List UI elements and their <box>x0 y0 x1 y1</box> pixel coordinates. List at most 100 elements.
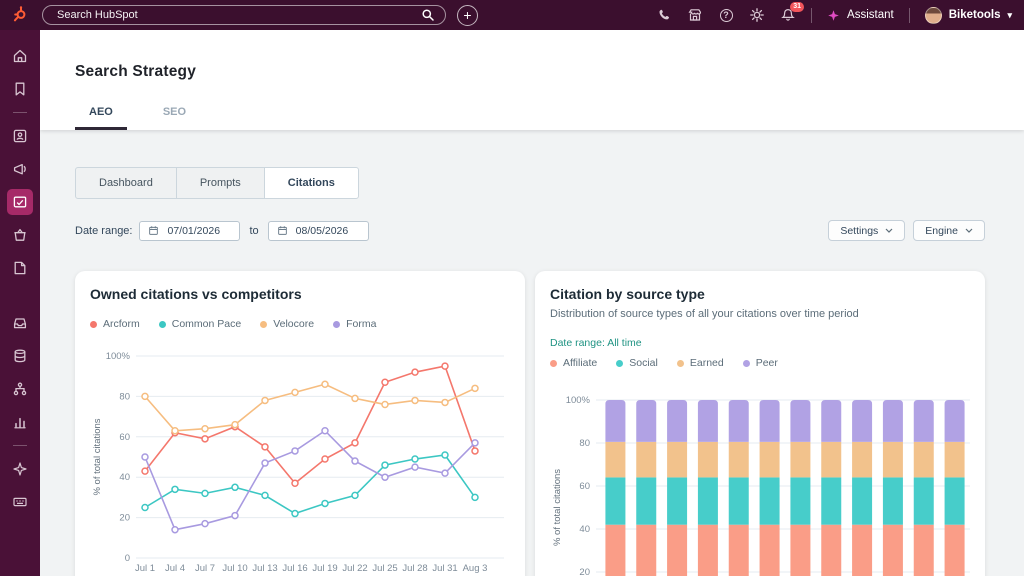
sidebar-item-developer[interactable] <box>7 489 33 515</box>
megaphone-icon <box>12 161 28 177</box>
svg-text:Jul 16: Jul 16 <box>282 563 307 574</box>
date-end-field[interactable] <box>268 221 369 241</box>
sidebar-item-data-management[interactable] <box>7 343 33 369</box>
svg-text:Jul 13: Jul 13 <box>252 563 277 574</box>
date-range-label: Date range: <box>75 225 132 237</box>
bookmark-icon <box>12 81 28 97</box>
sidebar-item-home[interactable] <box>7 43 33 69</box>
legend-dot <box>616 360 623 367</box>
notifications-icon[interactable]: 31 <box>780 7 796 23</box>
legend-dot <box>677 360 684 367</box>
settings-dropdown[interactable]: Settings <box>828 220 905 241</box>
date-start-input[interactable] <box>165 224 231 238</box>
svg-text:Jul 28: Jul 28 <box>402 563 427 574</box>
calendar-icon <box>148 225 159 236</box>
content-icon <box>12 194 28 210</box>
subtab-prompts[interactable]: Prompts <box>176 167 265 199</box>
sidebar-item-reporting[interactable] <box>7 409 33 435</box>
page-body: Dashboard Prompts Citations Date range: … <box>40 130 1024 576</box>
engine-dropdown[interactable]: Engine <box>913 220 985 241</box>
sidebar-item-breeze-ai[interactable] <box>7 456 33 482</box>
date-start-field[interactable] <box>139 221 240 241</box>
keyboard-icon <box>12 494 28 510</box>
tab-seo[interactable]: SEO <box>149 106 200 130</box>
bar-chart-legend: Affiliate Social Earned Peer <box>550 357 970 369</box>
svg-text:60: 60 <box>119 432 130 443</box>
avatar <box>925 7 942 24</box>
legend-item: Arcform <box>90 318 140 330</box>
date-end-input[interactable] <box>294 224 360 238</box>
sidebar-item-bookmarks[interactable] <box>7 76 33 102</box>
notification-badge: 31 <box>790 2 804 12</box>
legend-item: Velocore <box>260 318 314 330</box>
sidebar-item-automations[interactable] <box>7 376 33 402</box>
sidebar-item-marketing[interactable] <box>7 156 33 182</box>
card-title: Owned citations vs competitors <box>90 286 510 302</box>
sidebar-item-commerce[interactable] <box>7 222 33 248</box>
create-button[interactable]: + <box>457 5 478 26</box>
sparkle-icon <box>12 461 28 477</box>
svg-text:40: 40 <box>119 472 130 483</box>
basket-icon <box>12 227 28 243</box>
marketplace-icon[interactable] <box>687 7 703 23</box>
stacked-bar-chart: 20406080100%% of total citations <box>550 377 974 576</box>
main-tab-bar: AEO SEO <box>75 106 200 130</box>
help-icon[interactable]: ? <box>718 7 734 23</box>
contacts-card-icon <box>12 128 28 144</box>
legend-dot <box>550 360 557 367</box>
subtab-dashboard[interactable]: Dashboard <box>75 167 177 199</box>
global-search[interactable] <box>42 5 446 25</box>
top-navigation-bar: + ? <box>0 0 1024 30</box>
svg-text:Jul 1: Jul 1 <box>135 563 155 574</box>
owned-citations-card: Owned citations vs competitors Arcform C… <box>75 271 525 576</box>
svg-text:60: 60 <box>579 481 590 492</box>
to-label: to <box>249 225 258 237</box>
workflow-icon <box>12 381 28 397</box>
svg-text:Jul 4: Jul 4 <box>165 563 185 574</box>
page-header: Search Strategy AEO SEO <box>40 30 1024 130</box>
line-chart-legend: Arcform Common Pace Velocore Forma <box>90 318 510 330</box>
tab-aeo[interactable]: AEO <box>75 106 127 130</box>
settings-icon[interactable] <box>749 7 765 23</box>
legend-item: Common Pace <box>159 318 241 330</box>
account-name: Biketools <box>949 9 1001 21</box>
legend-item: Social <box>616 357 658 369</box>
left-sidebar <box>0 30 40 576</box>
svg-text:0: 0 <box>125 553 130 564</box>
sparkle-icon <box>827 9 840 22</box>
sidebar-item-crm-contacts[interactable] <box>7 123 33 149</box>
page-title: Search Strategy <box>75 30 1024 81</box>
search-icon[interactable] <box>420 7 436 23</box>
sidebar-item-sales[interactable] <box>7 255 33 281</box>
chevron-down-icon: ▾ <box>1007 10 1012 21</box>
svg-text:Jul 7: Jul 7 <box>195 563 215 574</box>
sidebar-item-content[interactable] <box>7 189 33 215</box>
legend-item: Forma <box>333 318 376 330</box>
date-range-note: Date range: All time <box>550 337 970 349</box>
svg-text:% of total citations: % of total citations <box>552 469 563 546</box>
assistant-button[interactable]: Assistant <box>827 9 894 22</box>
app-window: + ? <box>0 0 1024 576</box>
legend-dot <box>90 321 97 328</box>
search-input[interactable] <box>55 8 420 22</box>
assistant-label: Assistant <box>847 9 894 21</box>
chevron-down-icon <box>885 228 893 233</box>
citation-source-card: Citation by source type Distribution of … <box>535 271 985 576</box>
sidebar-item-service-inbox[interactable] <box>7 310 33 336</box>
main-content: Search Strategy AEO SEO Dashboard Prompt… <box>40 30 1024 576</box>
hubspot-logo-icon[interactable] <box>10 5 30 25</box>
card-subtitle: Distribution of source types of all your… <box>550 308 970 320</box>
subtab-citations[interactable]: Citations <box>264 167 359 199</box>
divider <box>13 445 27 446</box>
svg-text:Aug 3: Aug 3 <box>463 563 488 574</box>
line-chart: 020406080100%Jul 1Jul 4Jul 7Jul 10Jul 13… <box>90 338 510 576</box>
document-icon <box>12 260 28 276</box>
svg-text:20: 20 <box>119 513 130 524</box>
svg-text:80: 80 <box>119 391 130 402</box>
calling-icon[interactable] <box>656 7 672 23</box>
sub-tab-bar: Dashboard Prompts Citations <box>75 167 359 199</box>
account-menu[interactable]: Biketools ▾ <box>925 7 1012 24</box>
divider <box>811 8 812 23</box>
svg-text:80: 80 <box>579 438 590 449</box>
card-title: Citation by source type <box>550 286 970 302</box>
